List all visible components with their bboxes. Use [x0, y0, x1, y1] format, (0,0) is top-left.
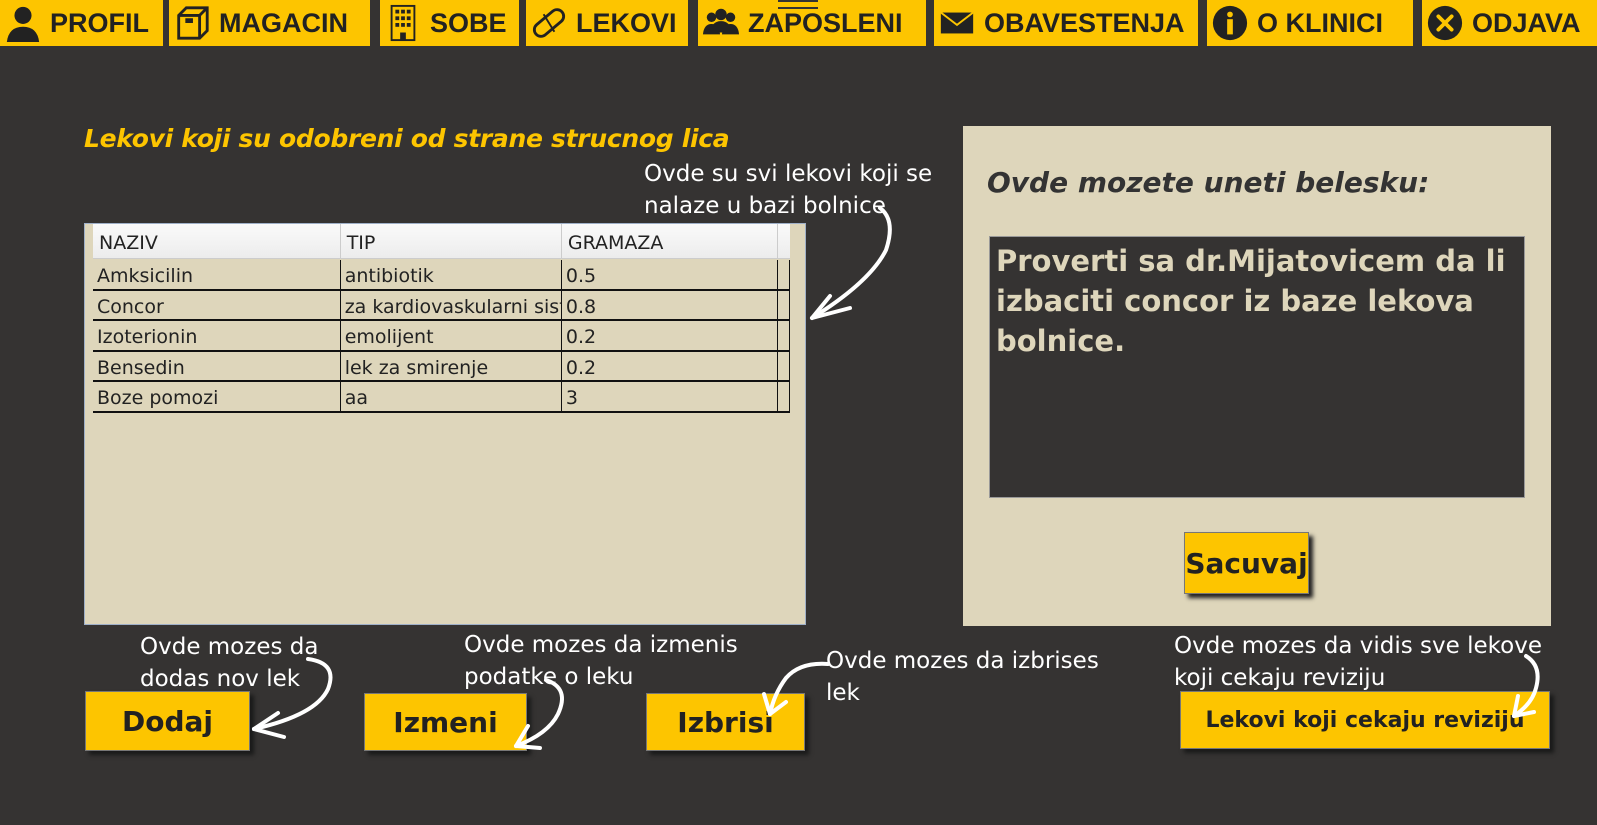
nav-item-sobe[interactable]: SOBE — [380, 0, 519, 46]
arrow-delete-icon — [762, 661, 830, 716]
nav-label-magacin: MAGACIN — [219, 7, 348, 38]
table-row[interactable]: Concor za kardiovaskularni sistem 0.8 — [93, 290, 790, 321]
table-row[interactable]: Amksicilin antibiotik 0.5 — [93, 260, 790, 291]
cell-tip: lek za smirenje — [341, 351, 562, 380]
cell-gramaza: 0.2 — [562, 321, 779, 350]
column-header-naziv[interactable]: NAZIV — [93, 224, 341, 258]
annotation-review: Ovde mozes da vidis sve lekove koji ceka… — [1174, 630, 1542, 694]
cell-tip: aa — [341, 382, 562, 411]
cell-naziv: Amksicilin — [93, 260, 341, 289]
nav-label-profil: PROFIL — [50, 7, 149, 38]
top-nav: PROFIL MAGACIN SOBE LEKOVI ZAPOSLENI OBA… — [0, 0, 1597, 46]
nav-item-o-klinici[interactable]: O KLINICI — [1207, 0, 1413, 46]
nav-label-odjava: ODJAVA — [1472, 7, 1581, 38]
annotation-line: Ovde mozes da izbrises — [826, 648, 1099, 674]
cell-tip: za kardiovaskularni sistem — [341, 290, 562, 319]
cell-naziv: Boze pomozi — [93, 382, 341, 411]
nav-item-obavestenja[interactable]: OBAVESTENJA — [934, 0, 1198, 46]
save-button[interactable]: Sacuvaj — [1184, 532, 1309, 594]
building-icon — [390, 4, 416, 42]
annotation-line: lek — [826, 680, 860, 706]
notes-panel: Ovde mozete uneti belesku: Proverti sa d… — [963, 126, 1551, 626]
arrow-table-icon — [810, 206, 892, 320]
nav-label-obavestenja: OBAVESTENJA — [984, 7, 1185, 38]
box-icon — [177, 6, 209, 40]
arrow-review-icon — [1512, 654, 1540, 718]
cell-gramaza: 0.8 — [562, 290, 779, 319]
edit-button[interactable]: Izmeni — [364, 693, 527, 751]
nav-label-lekovi: LEKOVI — [576, 7, 677, 38]
column-header-tip[interactable]: TIP — [341, 224, 562, 258]
annotation-line: koji cekaju reviziju — [1174, 665, 1386, 691]
add-button[interactable]: Dodaj — [85, 691, 250, 751]
pill-icon — [532, 8, 566, 38]
nav-item-lekovi[interactable]: LEKOVI — [526, 0, 688, 46]
close-circle-icon — [1427, 5, 1463, 41]
review-list-button[interactable]: Lekovi koji cekaju reviziju — [1180, 691, 1550, 749]
nav-label-sobe: SOBE — [430, 7, 507, 38]
table-row[interactable]: Boze pomozi aa 3 — [93, 382, 790, 413]
arrow-add-icon — [252, 657, 333, 739]
info-icon — [1212, 5, 1248, 41]
group-icon — [702, 8, 740, 35]
page-title: Lekovi koji su odobreni od strane strucn… — [84, 124, 730, 153]
cell-tip: antibiotik — [341, 260, 562, 289]
medications-table: NAZIV TIP GRAMAZA Amksicilin antibiotik … — [84, 223, 806, 625]
table-row[interactable]: Izoterionin emolijent 0.2 — [93, 321, 790, 352]
cell-naziv: Bensedin — [93, 351, 341, 380]
annotation-line: Ovde su svi lekovi koji se — [644, 161, 933, 187]
cell-filler — [778, 321, 790, 350]
nav-drag-handle[interactable] — [778, 0, 818, 9]
annotation-line: Ovde mozes da vidis sve lekove — [1174, 633, 1542, 659]
notes-textarea[interactable]: Proverti sa dr.Mijatovicem da li izbacit… — [989, 236, 1525, 498]
table-body: Amksicilin antibiotik 0.5 Concor za kard… — [93, 260, 790, 413]
arrow-edit-icon — [514, 678, 564, 750]
cell-filler — [778, 351, 790, 380]
annotation-edit: Ovde mozes da izmenis podatke o leku — [464, 629, 738, 693]
user-icon — [6, 6, 40, 42]
annotation-delete: Ovde mozes da izbrises lek — [826, 645, 1099, 709]
annotation-line: Ovde mozes da izmenis — [464, 632, 738, 658]
notes-title: Ovde mozete uneti belesku: — [987, 166, 1430, 199]
column-header-filler — [778, 224, 790, 258]
cell-naziv: Izoterionin — [93, 321, 341, 350]
annotation-line: podatke o leku — [464, 664, 634, 690]
table-header: NAZIV TIP GRAMAZA — [93, 224, 790, 259]
nav-item-profil[interactable]: PROFIL — [0, 0, 163, 46]
column-header-gramaza[interactable]: GRAMAZA — [562, 224, 779, 258]
cell-tip: emolijent — [341, 321, 562, 350]
cell-filler — [778, 260, 790, 289]
nav-item-magacin[interactable]: MAGACIN — [169, 0, 370, 46]
cell-gramaza: 0.2 — [562, 351, 779, 380]
nav-label-o-klinici: O KLINICI — [1257, 7, 1383, 38]
envelope-icon — [940, 11, 974, 34]
cell-naziv: Concor — [93, 290, 341, 319]
cell-gramaza: 0.5 — [562, 260, 779, 289]
table-row[interactable]: Bensedin lek za smirenje 0.2 — [93, 351, 790, 382]
cell-filler — [778, 382, 790, 411]
cell-gramaza: 3 — [562, 382, 779, 411]
nav-label-zaposleni: ZAPOSLENI — [748, 7, 903, 38]
nav-item-odjava[interactable]: ODJAVA — [1422, 0, 1597, 46]
cell-filler — [778, 290, 790, 319]
